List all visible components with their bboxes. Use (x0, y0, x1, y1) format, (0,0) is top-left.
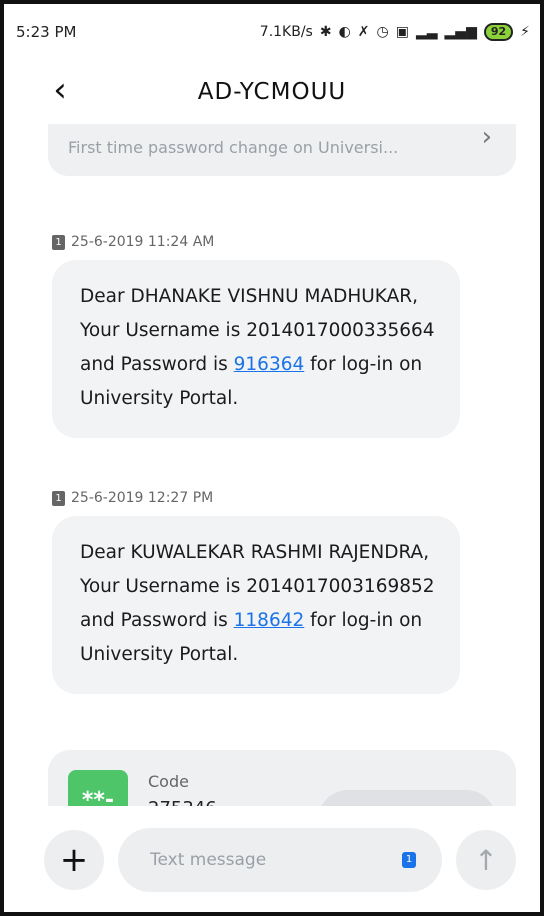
otp-link[interactable]: 916364 (234, 354, 305, 375)
code-value: 275346 (148, 798, 217, 806)
message-bubble[interactable]: Dear DHANAKE VISHNU MADHUKAR, Your Usern… (52, 260, 460, 438)
message-timestamp: 1 25-6-2019 11:24 AM (52, 234, 214, 250)
conversation-title: AD-YCMOUU (197, 79, 347, 105)
back-button[interactable]: ‹ (40, 70, 80, 110)
sim-badge: 1 (52, 490, 65, 506)
timestamp-text: 25-6-2019 11:24 AM (71, 234, 215, 250)
battery-badge: 92 (483, 23, 514, 41)
sim-select-button[interactable]: 1 (402, 852, 416, 868)
previous-message-bubble[interactable]: First time password change on Universi..… (48, 124, 516, 176)
password-code-icon: **- (68, 770, 128, 806)
chevron-left-icon: ‹ (53, 70, 67, 110)
code-label: Code (148, 772, 189, 791)
signal-4g-icon: ▂▃ (415, 24, 438, 40)
message-bubble[interactable]: Dear KUWALEKAR RASHMI RAJENDRA, Your Use… (52, 516, 460, 694)
net-speed: 7.1KB/s (259, 24, 313, 40)
chevron-right-icon[interactable]: › (482, 124, 492, 152)
send-button[interactable]: ↑ (456, 830, 516, 890)
text-message-input[interactable] (118, 828, 442, 892)
message-list[interactable]: First time password change on Universi..… (4, 124, 540, 806)
otp-link[interactable]: 118642 (234, 610, 305, 631)
status-time: 5:23 PM (16, 23, 77, 41)
message-timestamp: 1 25-6-2019 12:27 PM (52, 490, 213, 506)
copy-code-button[interactable]: Copy (318, 790, 496, 806)
previous-message-preview: First time password change on Universi..… (68, 138, 399, 157)
charging-icon: ⚡ (520, 24, 530, 40)
message-composer: + 1 ↑ (4, 810, 540, 912)
conversation-header: ‹ AD-YCMOUU (4, 60, 540, 124)
status-bar: 5:23 PM 7.1KB/s ✱ ◐ ✗ ◷ ▣ ▂▃ ▂▄▆ 92 ⚡ (4, 4, 540, 60)
otp-code-card: **- Code 275346 Copy (48, 750, 516, 806)
phone-screen: 5:23 PM 7.1KB/s ✱ ◐ ✗ ◷ ▣ ▂▃ ▂▄▆ 92 ⚡ ‹ … (0, 0, 544, 916)
volte-icon: ▣ (395, 24, 409, 40)
timestamp-text: 25-6-2019 12:27 PM (71, 490, 214, 506)
sim-badge: 1 (52, 234, 65, 250)
bluetooth-icon: ✱ (319, 24, 332, 40)
silent-icon: ✗ (357, 24, 370, 40)
plus-icon: + (59, 840, 89, 880)
alarm-icon: ◷ (376, 24, 389, 40)
arrow-up-icon: ↑ (474, 843, 498, 877)
status-icons: 7.1KB/s ✱ ◐ ✗ ◷ ▣ ▂▃ ▂▄▆ 92 ⚡ (260, 23, 530, 41)
toggle-icon: ◐ (338, 24, 351, 40)
signal-icon: ▂▄▆ (444, 24, 477, 40)
add-attachment-button[interactable]: + (44, 830, 104, 890)
